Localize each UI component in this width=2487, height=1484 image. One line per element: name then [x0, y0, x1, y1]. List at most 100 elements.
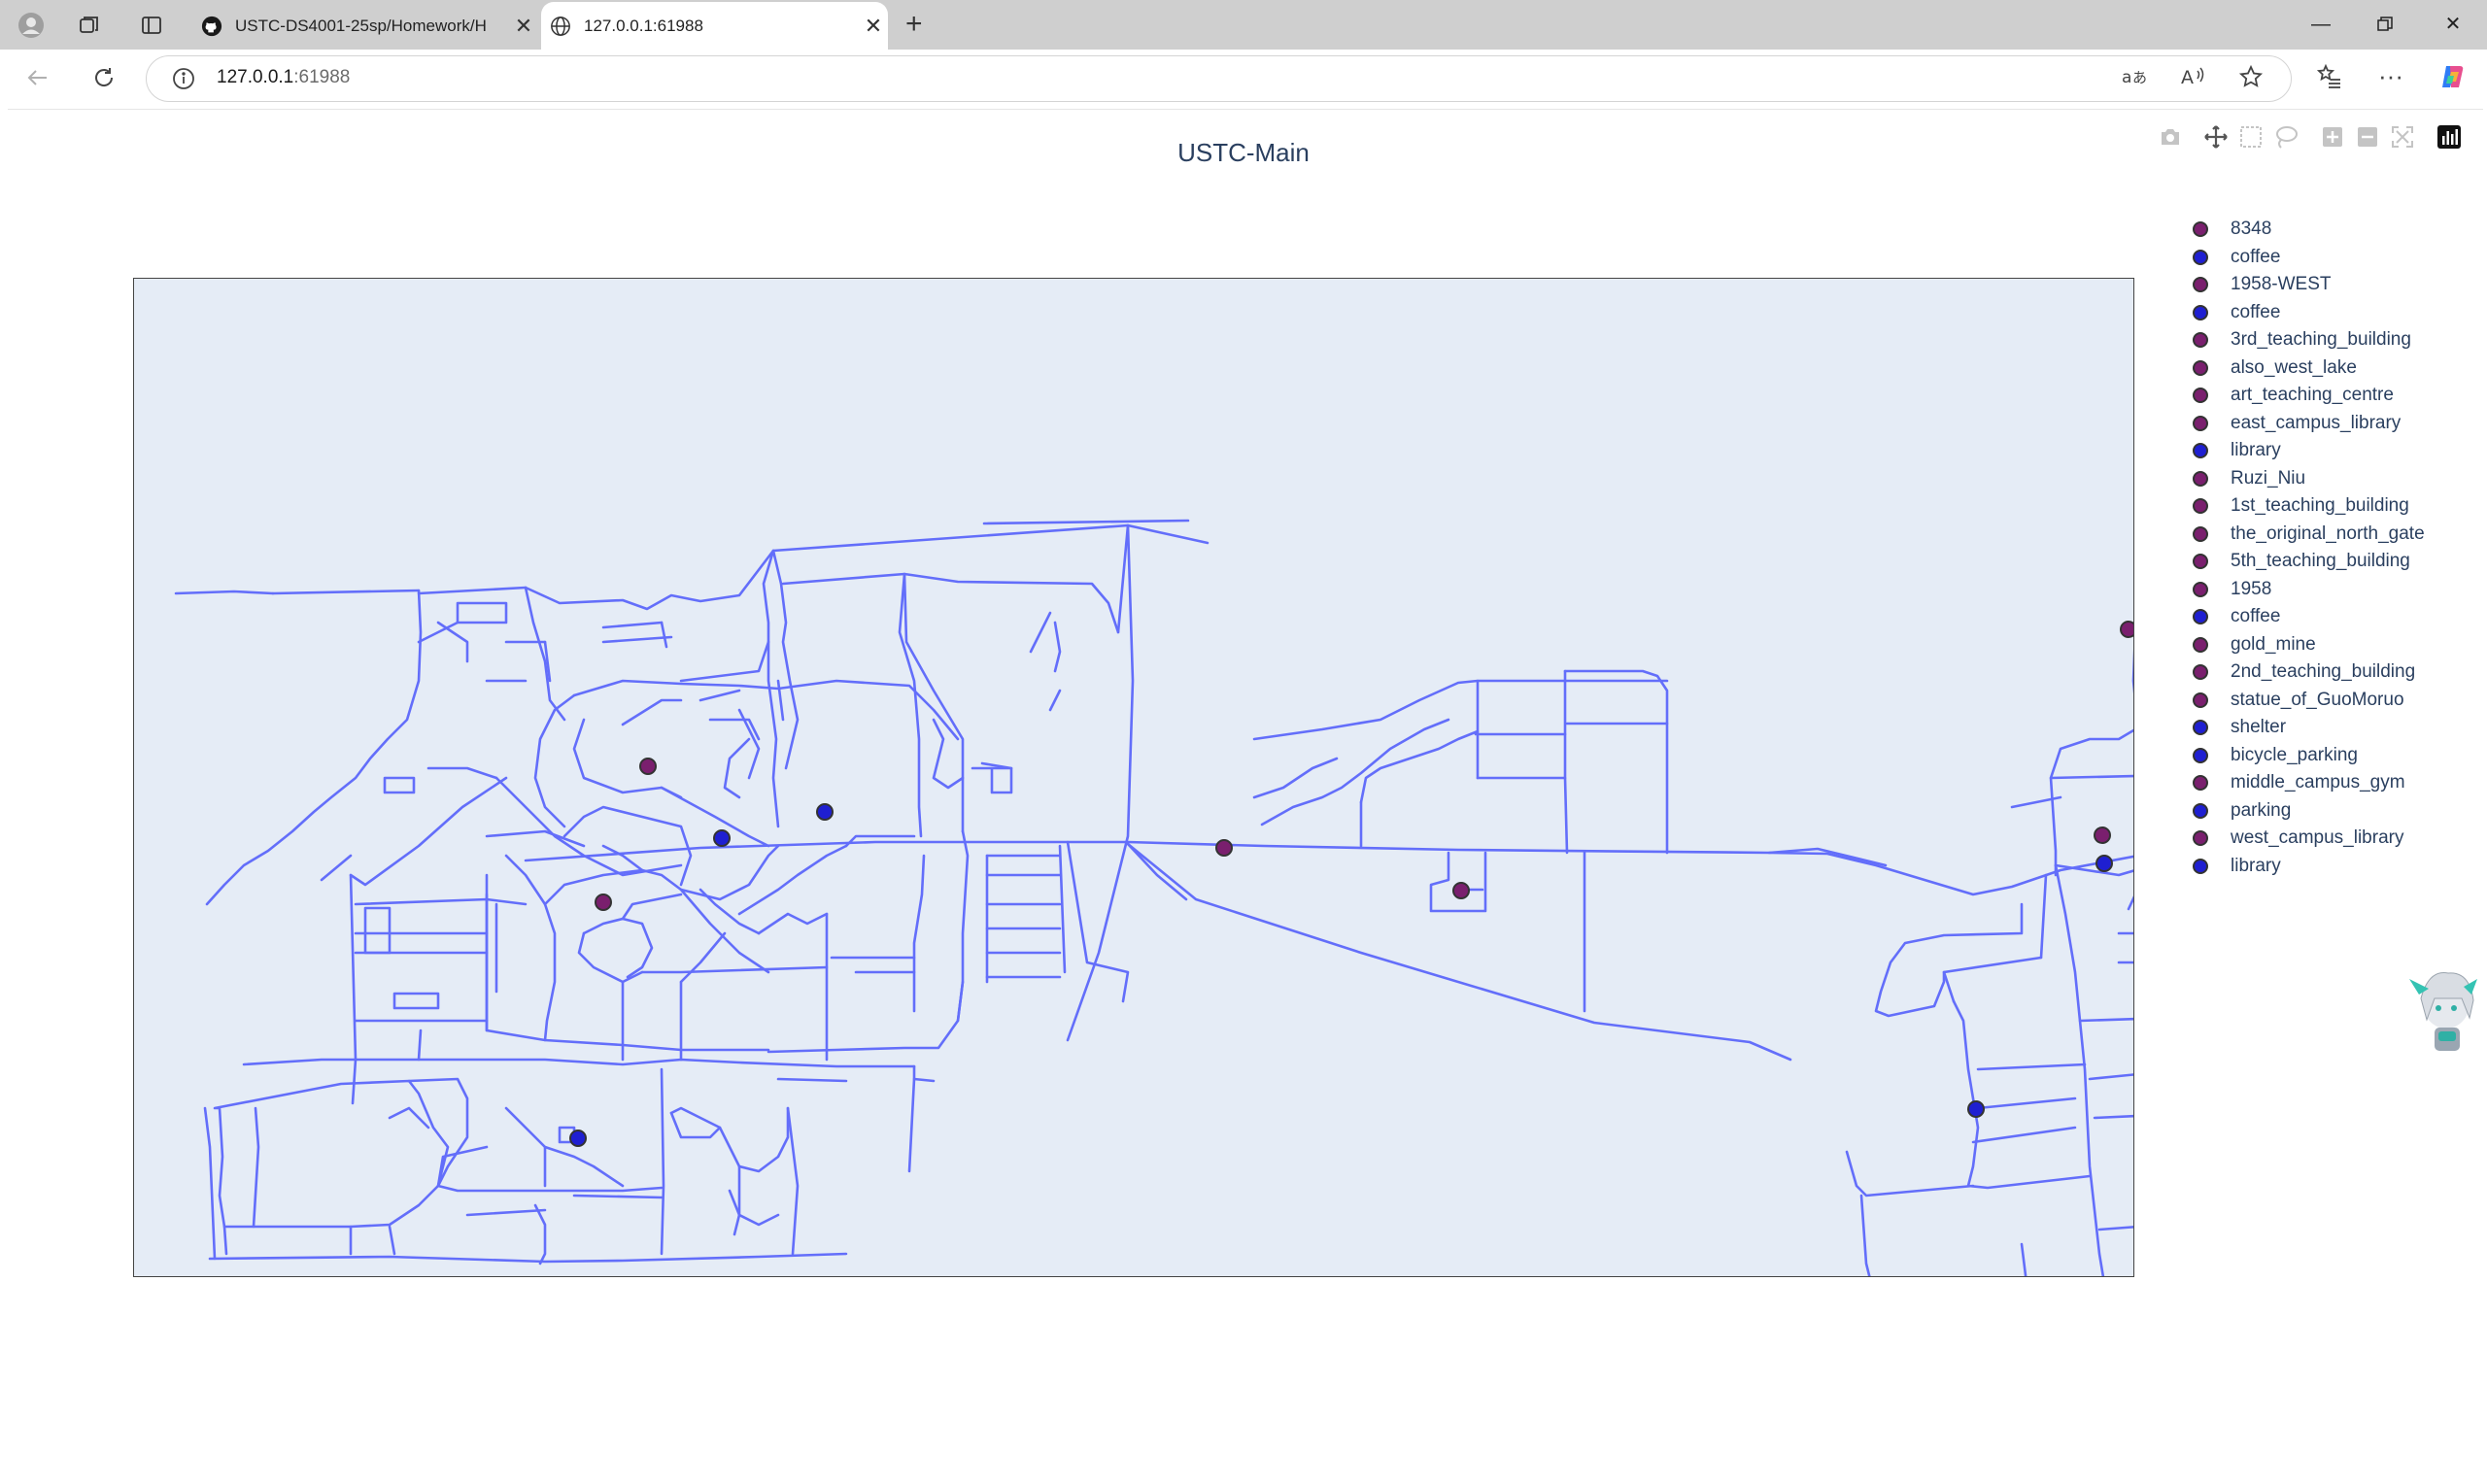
info-icon[interactable] [171, 66, 196, 91]
legend-item[interactable]: Ruzi_Niu [2188, 465, 2425, 493]
tab-title: 127.0.0.1:61988 [584, 16, 703, 35]
poi-marker[interactable] [1452, 882, 1470, 899]
url-host: 127.0.0.1 [217, 67, 294, 87]
legend-marker [2193, 747, 2208, 763]
legend-item[interactable]: coffee [2188, 603, 2425, 631]
legend-marker [2193, 221, 2208, 238]
legend-item[interactable]: coffee [2188, 244, 2425, 272]
legend-item[interactable]: library [2188, 437, 2425, 465]
github-icon [200, 15, 223, 38]
legend-label: library [2231, 855, 2281, 876]
favorites-list-icon[interactable] [2316, 63, 2343, 97]
address-bar[interactable]: 127.0.0.1:61988 [146, 55, 2292, 102]
camera-icon[interactable] [2158, 124, 2183, 150]
legend-item[interactable]: shelter [2188, 714, 2425, 742]
workspaces-icon[interactable] [74, 10, 104, 40]
legend-label: shelter [2231, 717, 2287, 738]
map-plot-area[interactable] [133, 278, 2134, 1277]
zoom-in-icon[interactable] [2320, 124, 2345, 150]
poi-marker[interactable] [569, 1130, 587, 1147]
poi-marker[interactable] [1215, 839, 1233, 857]
poi-marker[interactable] [816, 803, 834, 821]
legend-item[interactable]: middle_campus_gym [2188, 769, 2425, 797]
legend: 8348 coffee 1958-WEST coffee 3rd_teaching_bu… [2188, 216, 2425, 880]
tab-title: USTC-DS4001-25sp/Homework/H [235, 16, 487, 35]
road-network [174, 519, 2134, 1276]
legend-marker [2193, 830, 2208, 847]
legend-label: bicycle_parking [2231, 744, 2358, 765]
refresh-icon[interactable] [91, 65, 117, 97]
legend-item[interactable]: the_original_north_gate [2188, 521, 2425, 549]
legend-label: coffee [2231, 246, 2281, 267]
poi-marker[interactable] [2095, 855, 2113, 872]
legend-label: 1958-WEST [2231, 274, 2332, 295]
legend-item[interactable]: bicycle_parking [2188, 742, 2425, 770]
plot-title: USTC-Main [1177, 138, 1310, 167]
legend-label: east_campus_library [2231, 412, 2402, 433]
legend-label: 1958 [2231, 578, 2272, 599]
legend-label: 8348 [2231, 219, 2272, 240]
legend-item[interactable]: 5th_teaching_building [2188, 548, 2425, 576]
legend-marker [2193, 858, 2208, 874]
lasso-icon[interactable] [2273, 124, 2299, 150]
legend-item[interactable]: 3rd_teaching_building [2188, 326, 2425, 354]
legend-label: the_original_north_gate [2231, 523, 2425, 544]
legend-marker [2193, 277, 2208, 293]
tab-localhost[interactable]: 127.0.0.1:61988 ✕ [541, 2, 888, 50]
profile-icon[interactable] [16, 10, 46, 40]
minimize-icon[interactable]: — [2299, 10, 2343, 39]
poi-marker[interactable] [1967, 1100, 1985, 1118]
more-icon[interactable]: ··· [2378, 61, 2403, 91]
legend-label: art_teaching_centre [2231, 385, 2394, 406]
legend-item[interactable]: 8348 [2188, 216, 2425, 244]
autoscale-icon[interactable] [2390, 124, 2415, 150]
svg-text:A: A [2181, 67, 2194, 88]
translate-icon[interactable]: aあ [2122, 65, 2149, 94]
poi-marker[interactable] [639, 758, 657, 775]
box-select-icon[interactable] [2238, 124, 2264, 150]
legend-item[interactable]: west_campus_library [2188, 825, 2425, 853]
legend-marker [2193, 470, 2208, 487]
close-icon[interactable]: ✕ [859, 14, 888, 39]
poi-markers [569, 621, 2134, 1147]
plotly-logo-icon[interactable] [2436, 124, 2462, 150]
copilot-icon[interactable] [2438, 62, 2468, 98]
legend-item[interactable]: also_west_lake [2188, 354, 2425, 383]
legend-label: middle_campus_gym [2231, 772, 2405, 793]
legend-label: statue_of_GuoMoruo [2231, 689, 2404, 710]
poi-marker[interactable] [2120, 621, 2134, 638]
legend-item[interactable]: 1958 [2188, 576, 2425, 604]
url-text: 127.0.0.1:61988 [217, 67, 350, 88]
legend-item[interactable]: 1st_teaching_building [2188, 492, 2425, 521]
close-window-icon[interactable]: ✕ [2431, 10, 2475, 39]
vertical-tabs-icon[interactable] [136, 10, 166, 40]
close-icon[interactable]: ✕ [509, 14, 538, 39]
restore-icon[interactable] [2363, 10, 2407, 39]
poi-marker[interactable] [595, 894, 612, 911]
read-aloud-icon[interactable]: A [2181, 65, 2208, 94]
legend-item[interactable]: gold_mine [2188, 631, 2425, 659]
legend-label: library [2231, 440, 2281, 461]
mascot-image [2400, 960, 2487, 1057]
tab-github[interactable]: USTC-DS4001-25sp/Homework/H ✕ [192, 2, 538, 50]
legend-item[interactable]: art_teaching_centre [2188, 382, 2425, 410]
legend-item[interactable]: 2nd_teaching_building [2188, 658, 2425, 687]
url-port: :61988 [293, 67, 351, 87]
legend-item[interactable]: library [2188, 853, 2425, 881]
poi-marker[interactable] [2094, 826, 2111, 844]
legend-item[interactable]: coffee [2188, 299, 2425, 327]
legend-marker [2193, 636, 2208, 653]
legend-label: coffee [2231, 606, 2281, 627]
legend-item[interactable]: parking [2188, 797, 2425, 826]
legend-item[interactable]: statue_of_GuoMoruo [2188, 687, 2425, 715]
legend-item[interactable]: east_campus_library [2188, 410, 2425, 438]
back-icon[interactable] [25, 65, 51, 97]
poi-marker[interactable] [713, 829, 731, 847]
legend-item[interactable]: 1958-WEST [2188, 271, 2425, 299]
legend-marker [2193, 443, 2208, 459]
zoom-out-icon[interactable] [2355, 124, 2380, 150]
new-tab-button[interactable]: + [905, 10, 923, 39]
legend-marker [2193, 775, 2208, 792]
favorite-star-icon[interactable] [2238, 64, 2264, 95]
pan-icon[interactable] [2203, 124, 2229, 150]
